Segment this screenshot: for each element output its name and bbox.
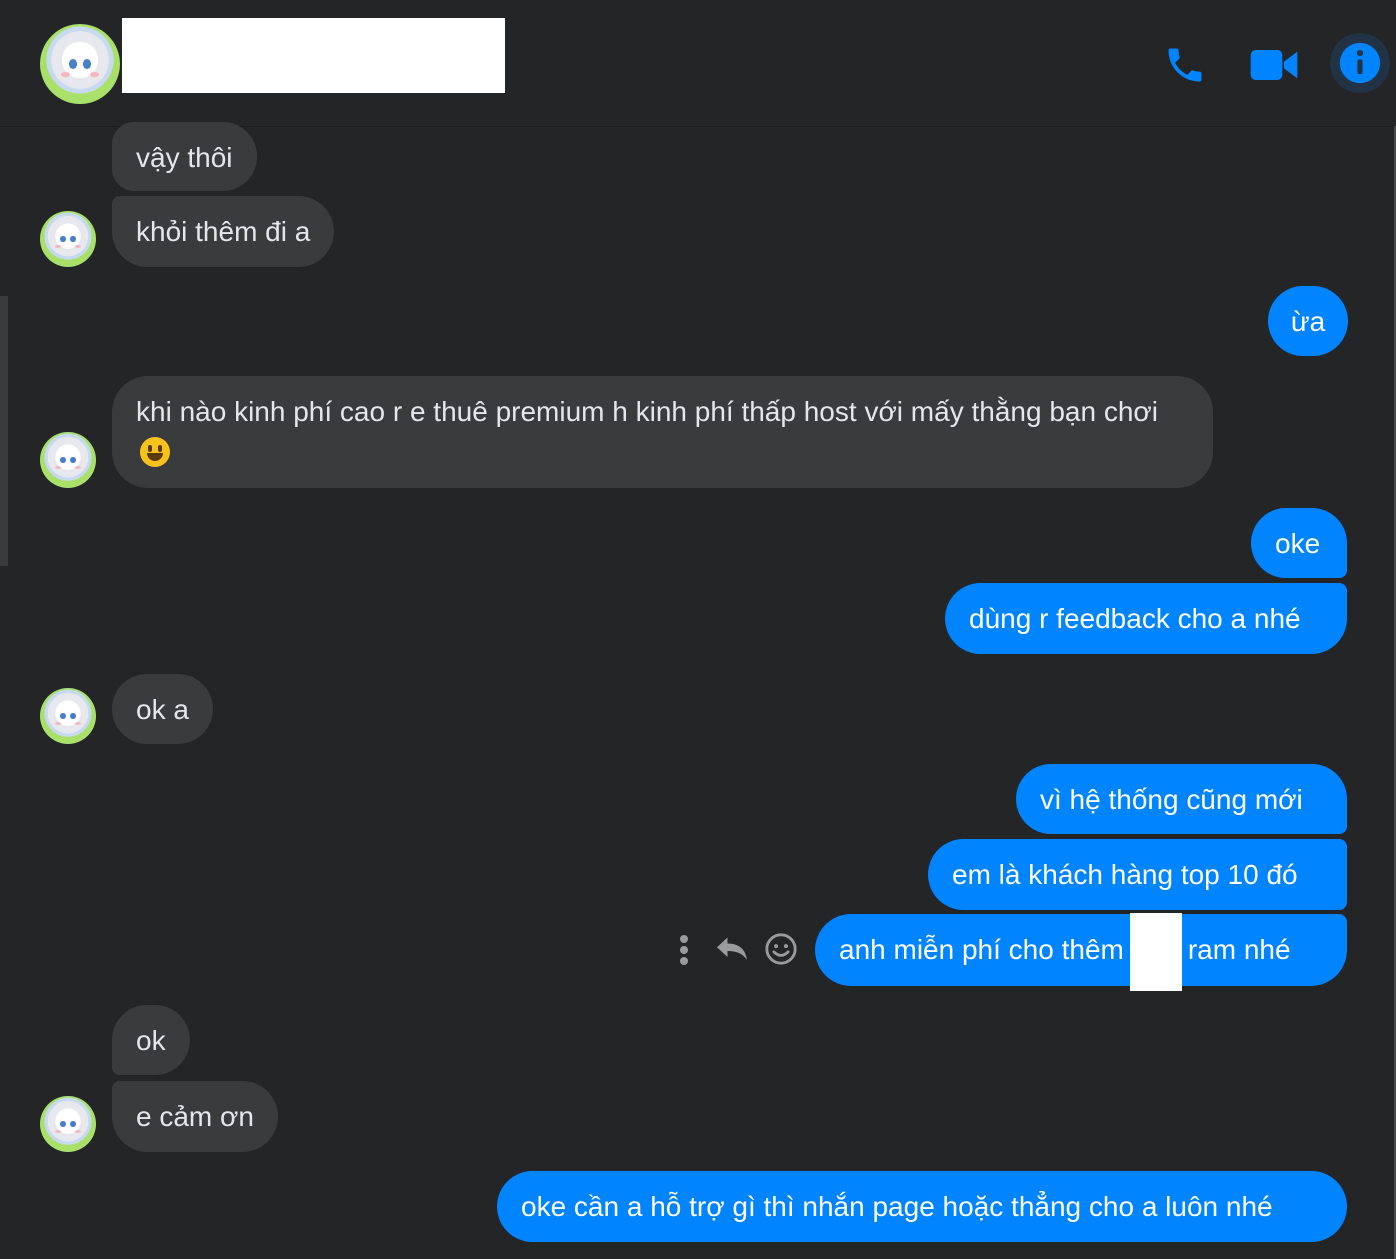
message-actions (674, 930, 804, 970)
incoming-message-bubble[interactable]: e cảm ơn (112, 1081, 278, 1152)
message-text: khỏi thêm đi a (136, 216, 311, 247)
reply-icon[interactable] (714, 932, 750, 964)
message-text: vậy thôi (136, 142, 233, 173)
message-text: khi nào kinh phí cao r e thuê premium h … (136, 396, 1158, 427)
contact-avatar[interactable] (40, 24, 120, 104)
video-camera-icon[interactable] (1246, 40, 1302, 90)
message-text: vì hệ thống cũng mới (1040, 784, 1303, 815)
outgoing-message-bubble[interactable]: oke cần a hỗ trợ gì thì nhắn page hoặc t… (497, 1171, 1347, 1242)
sender-avatar[interactable] (40, 1096, 96, 1152)
sender-avatar[interactable] (40, 432, 96, 488)
info-button[interactable] (1330, 33, 1390, 93)
conversation-header (0, 0, 1396, 127)
incoming-message-bubble[interactable]: khỏi thêm đi a (112, 196, 335, 267)
message-text: dùng r feedback cho a nhé (969, 603, 1301, 634)
message-text: ok (136, 1025, 166, 1056)
outgoing-message-bubble[interactable]: anh miễn phí cho thêm ram nhé (815, 912, 1347, 991)
react-icon[interactable] (764, 932, 798, 966)
message-text: ừa (1290, 306, 1326, 337)
outgoing-message-bubble[interactable]: oke (1251, 508, 1347, 578)
phone-icon[interactable] (1160, 40, 1210, 90)
outgoing-message-bubble[interactable]: em là khách hàng top 10 đó (928, 839, 1347, 910)
message-text: oke (1275, 528, 1321, 559)
info-icon (1339, 42, 1381, 84)
contact-name-redacted[interactable] (122, 18, 505, 93)
message-text: em là khách hàng top 10 đó (952, 859, 1298, 890)
grinning-face-emoji-icon (140, 437, 170, 467)
outgoing-message-bubble[interactable]: dùng r feedback cho a nhé (945, 583, 1347, 654)
incoming-message-bubble[interactable]: khi nào kinh phí cao r e thuê premium h … (112, 376, 1213, 488)
message-text: oke cần a hỗ trợ gì thì nhắn page hoặc t… (521, 1191, 1273, 1222)
message-text-before: anh miễn phí cho thêm (839, 934, 1124, 965)
incoming-message-bubble[interactable]: vậy thôi (112, 122, 257, 191)
message-text-after: ram nhé (1187, 934, 1291, 965)
incoming-message-bubble[interactable]: ok a (112, 674, 213, 744)
sender-avatar[interactable] (40, 211, 96, 267)
sender-avatar[interactable] (40, 688, 96, 744)
message-text: e cảm ơn (136, 1101, 254, 1132)
incoming-message-bubble[interactable]: ok (112, 1005, 190, 1075)
message-text: ok a (136, 694, 189, 725)
more-options-icon[interactable] (676, 934, 692, 966)
outgoing-message-bubble[interactable]: ừa (1268, 286, 1348, 356)
sidebar-edge (0, 296, 8, 566)
redacted-amount (1129, 912, 1182, 991)
outgoing-message-bubble[interactable]: vì hệ thống cũng mới (1016, 764, 1347, 834)
